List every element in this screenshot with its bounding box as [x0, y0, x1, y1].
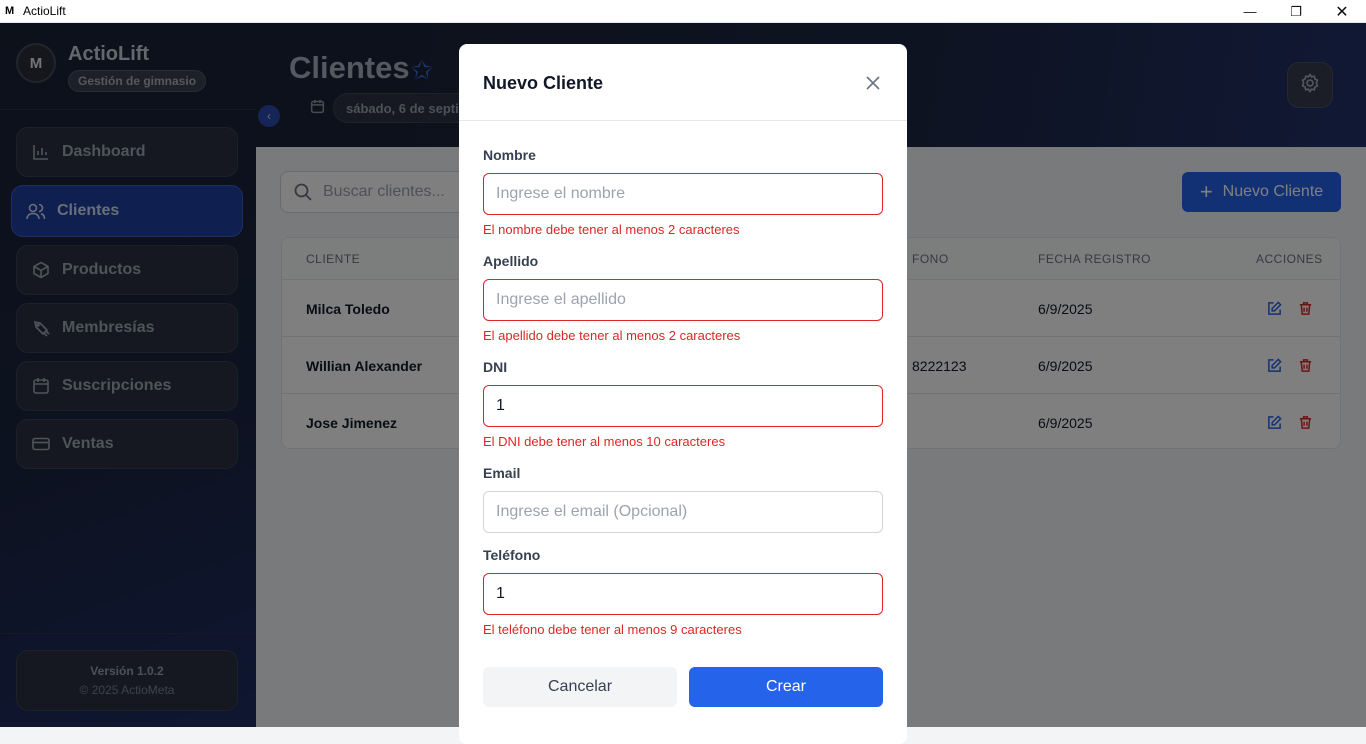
telefono-input[interactable]	[483, 573, 883, 615]
close-icon[interactable]	[865, 75, 881, 91]
field-nombre: Nombre El nombre debe tener al menos 2 c…	[483, 147, 883, 237]
dni-error: El DNI debe tener al menos 10 caracteres	[483, 434, 726, 449]
nombre-label: Nombre	[483, 147, 536, 163]
email-input[interactable]	[483, 491, 883, 533]
field-apellido: Apellido El apellido debe tener al menos…	[483, 253, 883, 343]
nombre-error: El nombre debe tener al menos 2 caracter…	[483, 222, 740, 237]
apellido-input[interactable]	[483, 279, 883, 321]
field-dni: DNI El DNI debe tener al menos 10 caract…	[483, 359, 883, 449]
telefono-error: El teléfono debe tener al menos 9 caract…	[483, 622, 742, 637]
field-telefono: Teléfono El teléfono debe tener al menos…	[483, 547, 883, 637]
maximize-icon[interactable]: ❐	[1273, 0, 1319, 23]
dialog-header: Nuevo Cliente	[459, 44, 907, 121]
dni-input[interactable]	[483, 385, 883, 427]
minimize-icon[interactable]: —	[1227, 0, 1273, 23]
window-title: ActioLift	[23, 4, 66, 18]
window-titlebar: M ActioLift — ❐ ✕	[0, 0, 1366, 23]
email-label: Email	[483, 465, 521, 481]
create-button[interactable]: Crear	[689, 667, 883, 707]
close-window-icon[interactable]: ✕	[1319, 0, 1365, 23]
apellido-label: Apellido	[483, 253, 539, 269]
dialog-title: Nuevo Cliente	[483, 73, 604, 93]
dni-label: DNI	[483, 359, 508, 375]
apellido-error: El apellido debe tener al menos 2 caract…	[483, 328, 741, 343]
field-email: Email	[483, 465, 883, 533]
cancel-button[interactable]: Cancelar	[483, 667, 677, 707]
new-client-dialog: Nuevo Cliente Nombre El nombre debe tene…	[459, 44, 907, 744]
nombre-input[interactable]	[483, 173, 883, 215]
app-logo-icon: M	[5, 5, 15, 17]
telefono-label: Teléfono	[483, 547, 541, 563]
